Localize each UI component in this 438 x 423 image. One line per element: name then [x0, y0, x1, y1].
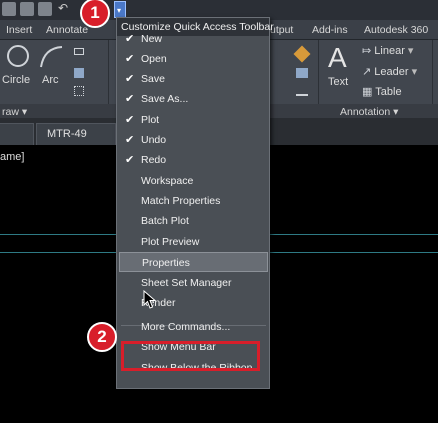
- menu-item-save[interactable]: ✔ Save: [119, 69, 268, 89]
- menu-item-more-commands[interactable]: More Commands...: [119, 317, 268, 337]
- menu-item-new[interactable]: ✔ New: [119, 29, 268, 49]
- checkmark-icon: ✔: [125, 134, 135, 146]
- menu-item-label: Redo: [141, 154, 167, 166]
- leader-icon: ↗: [362, 66, 372, 78]
- text-icon: A: [328, 42, 347, 73]
- menu-item-label: Plot: [141, 114, 160, 126]
- save-icon[interactable]: [38, 2, 52, 16]
- menu-item-label: Plot Preview: [141, 236, 200, 248]
- tab-annotate[interactable]: Annotate: [46, 24, 88, 36]
- menu-item-redo[interactable]: ✔ Redo: [119, 150, 268, 170]
- new-icon[interactable]: [2, 2, 16, 16]
- linear-dimension-button[interactable]: ⤇ Linear ▾: [362, 44, 432, 60]
- table-icon: ▦: [362, 86, 373, 98]
- menu-item-label: Save: [141, 73, 165, 85]
- rectangle-icon[interactable]: [74, 48, 84, 55]
- arc-tool[interactable]: Arc: [38, 44, 68, 94]
- menu-item-label: Match Properties: [141, 195, 221, 207]
- doc-tab-mtr-49[interactable]: MTR-49: [36, 123, 116, 145]
- circle-icon: [7, 45, 29, 67]
- menu-item-undo[interactable]: ✔ Undo: [119, 130, 268, 150]
- menu-item-batch-plot[interactable]: Batch Plot: [119, 211, 268, 231]
- menu-item-sheet-set-manager[interactable]: Sheet Set Manager: [119, 273, 268, 293]
- undo-icon[interactable]: ↶: [58, 1, 72, 15]
- table-button[interactable]: ▦ Table: [362, 85, 432, 101]
- viewport-label: ame]: [0, 151, 25, 163]
- qat-customize-dropdown-button[interactable]: ▾: [114, 1, 126, 18]
- hatch-icon[interactable]: [74, 68, 84, 78]
- menu-item-plot[interactable]: ✔ Plot: [119, 110, 268, 130]
- checkmark-icon: ✔: [125, 53, 135, 65]
- checkmark-icon: ✔: [125, 73, 135, 85]
- menu-item-label: Save As...: [141, 93, 189, 105]
- circle-tool[interactable]: Circle: [2, 44, 32, 94]
- menu-item-properties[interactable]: Properties: [119, 252, 268, 272]
- menu-item-label: Properties: [142, 257, 190, 269]
- menu-item-label: More Commands...: [141, 321, 231, 333]
- linear-label: Linear: [374, 45, 405, 57]
- annotation-highlight-box: [121, 341, 260, 371]
- open-icon[interactable]: [20, 2, 34, 16]
- text-tool[interactable]: A Text: [326, 42, 354, 102]
- menu-item-label: New: [141, 33, 163, 45]
- checkmark-icon: ✔: [125, 93, 135, 105]
- menu-item-plot-preview[interactable]: Plot Preview: [119, 232, 268, 252]
- menu-item-render[interactable]: Render: [119, 293, 268, 313]
- arc-icon: [40, 46, 63, 68]
- table-label: Table: [375, 86, 402, 98]
- menu-item-label: Undo: [141, 134, 167, 146]
- menu-item-label: Workspace: [141, 175, 194, 187]
- tab-add-ins[interactable]: Add-ins: [312, 24, 348, 36]
- step-2-badge: 2: [87, 322, 117, 352]
- circle-label: Circle: [2, 74, 31, 86]
- menu-item-label: Sheet Set Manager: [141, 277, 232, 289]
- menu-item-save-as[interactable]: ✔ Save As...: [119, 89, 268, 109]
- mouse-cursor-icon: [143, 290, 157, 309]
- text-label: Text: [328, 76, 349, 88]
- leader-label: Leader: [374, 66, 409, 78]
- menu-item-label: Batch Plot: [141, 215, 189, 227]
- annotation-panel-title[interactable]: Annotation ▾: [340, 106, 398, 118]
- linear-icon: ⤇: [362, 45, 372, 57]
- menu-item-open[interactable]: ✔ Open: [119, 49, 268, 69]
- checkmark-icon: ✔: [125, 33, 135, 45]
- menu-item-label: Open: [141, 53, 167, 65]
- menu-item-workspace[interactable]: Workspace: [119, 171, 268, 191]
- arc-label: Arc: [42, 74, 59, 86]
- doc-tab-start[interactable]: [0, 123, 34, 145]
- checkmark-icon: ✔: [125, 114, 135, 126]
- checkmark-icon: ✔: [125, 154, 135, 166]
- draw-panel-title[interactable]: raw ▾: [2, 106, 27, 118]
- menu-item-match-properties[interactable]: Match Properties: [119, 191, 268, 211]
- chevron-down-icon: ▾: [117, 6, 122, 15]
- customize-qat-menu: Customize Quick Access Toolbar ✔ New ✔ Open…: [116, 17, 274, 389]
- modify-icon-3[interactable]: [296, 86, 308, 96]
- modify-icon-1[interactable]: [293, 45, 311, 63]
- tab-insert[interactable]: Insert: [6, 24, 32, 36]
- tab-autodesk-360[interactable]: Autodesk 360: [364, 24, 428, 36]
- doc-tab-label: MTR-49: [47, 128, 87, 140]
- modify-icon-2[interactable]: [296, 68, 308, 78]
- region-icon[interactable]: [74, 86, 84, 96]
- leader-button[interactable]: ↗ Leader ▾: [362, 65, 436, 81]
